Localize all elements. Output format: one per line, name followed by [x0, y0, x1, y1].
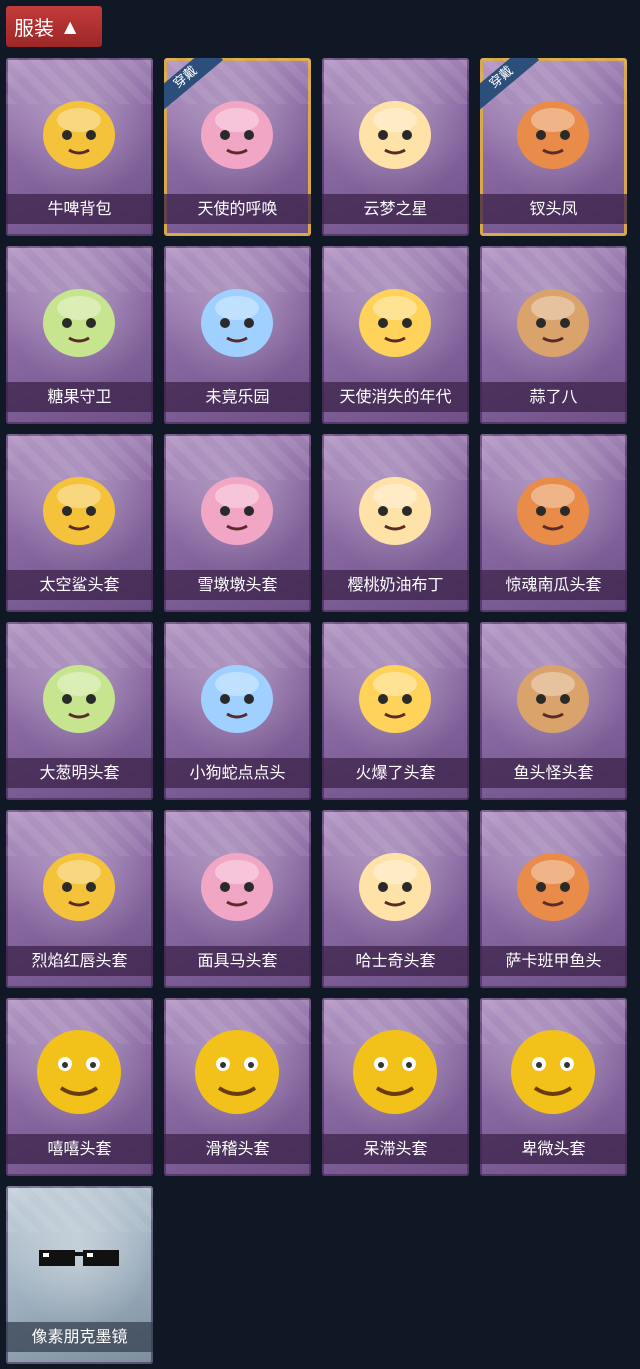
- costume-name: 糖果守卫: [6, 382, 153, 412]
- fire-head-icon: [359, 665, 431, 733]
- angel-girl-icon: [201, 101, 273, 169]
- costume-name: 蒜了八: [480, 382, 627, 412]
- costume-card[interactable]: 嘻嘻头套: [6, 998, 153, 1176]
- funny-emoji-head-icon: [195, 1030, 279, 1114]
- costume-card[interactable]: 火爆了头套: [322, 622, 469, 800]
- costume-name: 云梦之星: [322, 194, 469, 224]
- costume-card[interactable]: 穿戴 天使的呼唤: [164, 58, 311, 236]
- section-header-costume[interactable]: 服装 ▲: [6, 6, 102, 47]
- phoenix-crown-doll-icon: [517, 101, 589, 169]
- costume-card[interactable]: 面具马头套: [164, 810, 311, 988]
- costume-card[interactable]: 萨卡班甲鱼头: [480, 810, 627, 988]
- pumpkin-scarecrow-icon: [43, 289, 115, 357]
- costume-name: 烈焰红唇头套: [6, 946, 153, 976]
- costume-name: 像素朋克墨镜: [6, 1322, 153, 1352]
- snowman-head-icon: [201, 477, 273, 545]
- costume-name: 樱桃奶油布丁: [322, 570, 469, 600]
- costume-name: 牛啤背包: [6, 194, 153, 224]
- chevron-up-icon: ▲: [64, 17, 77, 36]
- costume-name: 呆滞头套: [322, 1134, 469, 1164]
- costume-name: 哈士奇头套: [322, 946, 469, 976]
- costume-card[interactable]: 天使消失的年代: [322, 246, 469, 424]
- costume-name: 小狗蛇点点头: [164, 758, 311, 788]
- husky-head-icon: [359, 853, 431, 921]
- costume-card[interactable]: 樱桃奶油布丁: [322, 434, 469, 612]
- costume-name: 鱼头怪头套: [480, 758, 627, 788]
- jack-o-lantern-icon: [517, 477, 589, 545]
- costume-card[interactable]: 雪墩墩头套: [164, 434, 311, 612]
- costume-name: 钗头凤: [480, 194, 627, 224]
- costume-name: 嘻嘻头套: [6, 1134, 153, 1164]
- costume-card[interactable]: 大葱明头套: [6, 622, 153, 800]
- costume-name: 卑微头套: [480, 1134, 627, 1164]
- costume-card[interactable]: 鱼头怪头套: [480, 622, 627, 800]
- costume-card[interactable]: 像素朋克墨镜: [6, 1186, 153, 1364]
- garlic-icon: [517, 289, 589, 357]
- dazed-emoji-head-icon: [353, 1030, 437, 1114]
- pudding-icon: [359, 477, 431, 545]
- costume-name: 滑稽头套: [164, 1134, 311, 1164]
- costume-card[interactable]: 惊魂南瓜头套: [480, 434, 627, 612]
- costume-name: 未竟乐园: [164, 382, 311, 412]
- costume-card[interactable]: 哈士奇头套: [322, 810, 469, 988]
- unicorn-cloud-icon: [359, 101, 431, 169]
- costume-name: 天使消失的年代: [322, 382, 469, 412]
- costume-card[interactable]: 蒜了八: [480, 246, 627, 424]
- sacabambaspis-head-icon: [517, 853, 589, 921]
- grin-emoji-head-icon: [37, 1030, 121, 1114]
- costume-card[interactable]: 呆滞头套: [322, 998, 469, 1176]
- costume-card[interactable]: 太空鲨头套: [6, 434, 153, 612]
- shark-head-icon: [43, 477, 115, 545]
- costume-name: 太空鲨头套: [6, 570, 153, 600]
- cow-barrel-backpack-icon: [43, 101, 115, 169]
- costume-name: 面具马头套: [164, 946, 311, 976]
- costume-name: 惊魂南瓜头套: [480, 570, 627, 600]
- costume-name: 大葱明头套: [6, 758, 153, 788]
- costume-card[interactable]: 滑稽头套: [164, 998, 311, 1176]
- pink-hair-doll-icon: [201, 289, 273, 357]
- costume-card[interactable]: 小狗蛇点点头: [164, 622, 311, 800]
- humble-emoji-head-icon: [511, 1030, 595, 1114]
- costume-card[interactable]: 糖果守卫: [6, 246, 153, 424]
- costume-card[interactable]: 未竟乐园: [164, 246, 311, 424]
- costume-name: 雪墩墩头套: [164, 570, 311, 600]
- fish-monster-head-icon: [517, 665, 589, 733]
- costume-card[interactable]: 烈焰红唇头套: [6, 810, 153, 988]
- dog-snake-head-icon: [201, 665, 273, 733]
- costume-name: 天使的呼唤: [164, 194, 311, 224]
- pikachu-lips-head-icon: [43, 853, 115, 921]
- scallion-head-icon: [43, 665, 115, 733]
- costume-name: 萨卡班甲鱼头: [480, 946, 627, 976]
- costume-page: 服装 ▲ 牛啤背包 穿戴 天使的呼唤 云梦之星 穿戴 钗头凤糖果守卫 未竟乐园 天使消失的年代…: [0, 0, 640, 1369]
- pixel-sunglasses-icon: [39, 1250, 119, 1266]
- costume-card[interactable]: 云梦之星: [322, 58, 469, 236]
- angel-doll-icon: [359, 289, 431, 357]
- section-title: 服装: [14, 16, 54, 40]
- costume-card[interactable]: 穿戴 钗头凤: [480, 58, 627, 236]
- costume-name: 火爆了头套: [322, 758, 469, 788]
- costume-card[interactable]: 牛啤背包: [6, 58, 153, 236]
- costume-card[interactable]: 卑微头套: [480, 998, 627, 1176]
- horse-mask-icon: [201, 853, 273, 921]
